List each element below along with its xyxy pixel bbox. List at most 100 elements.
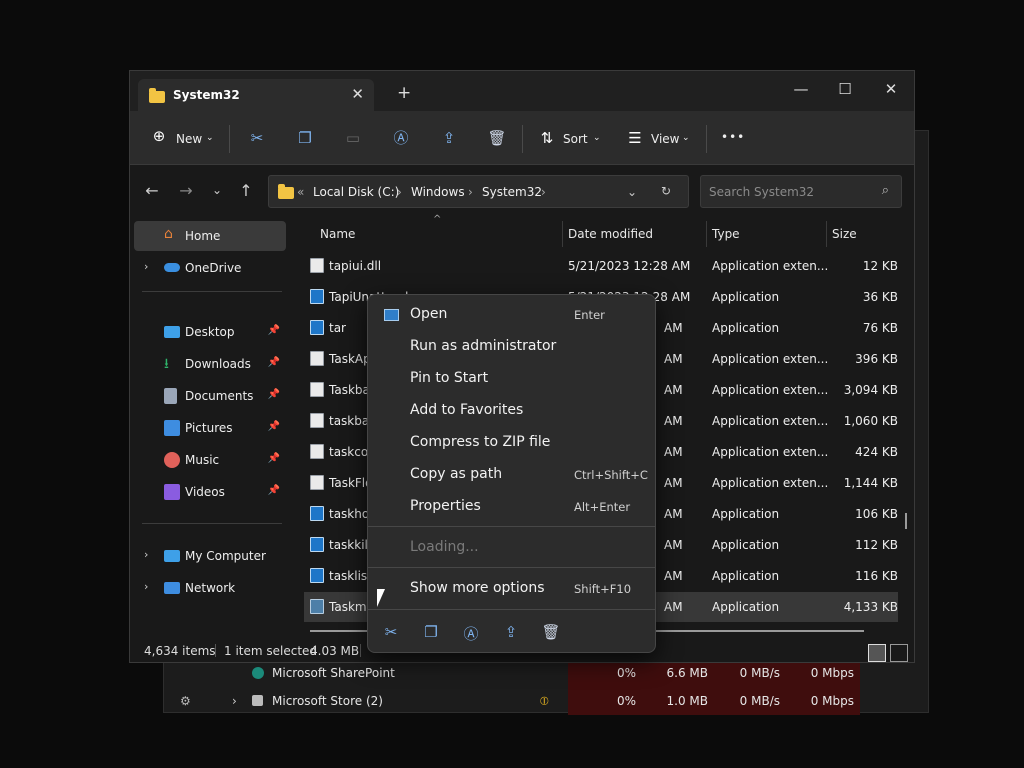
sidebar-item-documents[interactable]: Documents 📌 [134, 381, 286, 411]
rename-icon[interactable]: Ⓐ [460, 623, 482, 645]
new-plus-icon[interactable]: ⊕ [147, 125, 171, 149]
refresh-icon[interactable]: ↻ [661, 184, 671, 198]
menu-item-open[interactable]: Open Enter [372, 300, 653, 330]
dll-file-icon [310, 258, 324, 273]
sidebar-item-pictures[interactable]: Pictures 📌 [134, 413, 286, 443]
sidebar-item-onedrive[interactable]: › OneDrive [134, 253, 286, 283]
sidebar-item-network[interactable]: › Network [134, 573, 286, 603]
menu-item-copy-as-path[interactable]: Copy as path Ctrl+Shift+C [372, 460, 653, 490]
sidebar-item-home[interactable]: ⌂ Home [134, 221, 286, 251]
chevron-down-icon[interactable]: ⌄ [206, 126, 214, 150]
menu-item-properties[interactable]: Properties Alt+Enter [372, 492, 653, 522]
menu-item-add-to-favorites[interactable]: Add to Favorites [372, 396, 653, 426]
address-dropdown-icon[interactable]: ⌄ [627, 185, 637, 199]
sidebar-item-music[interactable]: Music 📌 [134, 445, 286, 475]
table-row[interactable]: tapiui.dll 5/21/2023 12:28 AM Applicatio… [304, 251, 898, 281]
paste-icon[interactable]: ▭ [341, 127, 365, 151]
sidebar-item-label: Downloads [185, 357, 251, 371]
view-button[interactable]: View [651, 127, 679, 151]
file-name: tasklist [329, 569, 372, 583]
title-bar[interactable]: System32 ✕ + — ☐ ✕ [130, 71, 914, 111]
pin-icon[interactable]: 📌 [268, 325, 280, 336]
sidebar-item-downloads[interactable]: ⭳ Downloads 📌 [134, 349, 286, 379]
tiles-view-button[interactable] [890, 644, 908, 662]
copy-icon[interactable]: ❐ [420, 623, 442, 645]
file-type: Application exten... [712, 383, 829, 397]
pin-icon[interactable]: 📌 [268, 421, 280, 432]
sort-button[interactable]: Sort [563, 127, 588, 151]
sidebar-item-my-computer[interactable]: › My Computer [134, 541, 286, 571]
details-view-button[interactable] [868, 644, 886, 662]
settings-icon[interactable]: ⚙ [180, 687, 191, 715]
maximize-button[interactable]: ☐ [822, 75, 868, 103]
pin-icon[interactable]: 📌 [268, 485, 280, 496]
sidebar-item-desktop[interactable]: Desktop 📌 [134, 317, 286, 347]
back-arrow-icon[interactable]: ← [141, 181, 163, 203]
expand-chevron-icon[interactable]: › [232, 687, 237, 715]
search-icon[interactable]: ⌕ [882, 183, 889, 198]
menu-item-run-as-administrator[interactable]: Run as administrator [372, 332, 653, 362]
new-button[interactable]: New [176, 127, 202, 151]
breadcrumb-system32[interactable]: System32 [482, 185, 542, 199]
sort-icon[interactable]: ⇅ [535, 127, 559, 151]
cut-icon[interactable]: ✂ [245, 127, 269, 151]
share-icon[interactable]: ⇪ [437, 127, 461, 151]
table-row[interactable]: ⚙ › Microsoft Store (2) ⦶ 0% 1.0 MB 0 MB… [164, 687, 930, 715]
file-date: AM [664, 383, 683, 397]
copy-icon[interactable]: ❐ [293, 127, 317, 151]
tab-system32[interactable]: System32 ✕ [138, 79, 374, 111]
cut-icon[interactable]: ✂ [380, 623, 402, 645]
more-options-button[interactable]: ••• [721, 125, 745, 149]
menu-item-label: Open [410, 306, 448, 322]
chevron-down-icon[interactable]: ⌄ [682, 126, 690, 150]
rename-icon[interactable]: Ⓐ [389, 127, 413, 151]
sidebar-item-videos[interactable]: Videos 📌 [134, 477, 286, 507]
address-bar[interactable]: « Local Disk (C:) › Windows › System32 ›… [268, 175, 689, 208]
column-header-type[interactable]: Type [712, 227, 740, 241]
dll-file-icon [310, 382, 324, 397]
breadcrumb-separator[interactable]: › [541, 185, 546, 199]
search-box[interactable]: ⌕ [700, 175, 902, 208]
vertical-scrollbar-thumb[interactable] [905, 513, 907, 529]
new-tab-button[interactable]: + [397, 83, 411, 103]
file-name: tapiui.dll [329, 259, 382, 273]
file-type: Application exten... [712, 259, 829, 273]
close-window-button[interactable]: ✕ [868, 75, 914, 103]
search-input[interactable] [701, 176, 871, 207]
up-arrow-icon[interactable]: ↑ [235, 181, 257, 203]
chevron-right-icon[interactable]: › [144, 260, 148, 273]
pin-icon[interactable]: 📌 [268, 357, 280, 368]
close-tab-icon[interactable]: ✕ [351, 85, 364, 103]
computer-icon [164, 550, 180, 562]
chevron-down-icon[interactable]: ⌄ [593, 126, 601, 150]
column-header-size[interactable]: Size [832, 227, 857, 241]
recent-chevron-icon[interactable]: ⌄ [206, 183, 228, 205]
breadcrumb-separator[interactable]: › [397, 185, 402, 199]
pin-icon[interactable]: 📌 [268, 453, 280, 464]
forward-arrow-icon[interactable]: → [175, 181, 197, 203]
column-header-name[interactable]: Name [320, 227, 355, 241]
table-row[interactable]: Microsoft SharePoint 0% 6.6 MB 0 MB/s 0 … [164, 659, 930, 687]
mouse-cursor [377, 589, 385, 607]
pin-icon[interactable]: 📌 [268, 389, 280, 400]
chevron-right-icon[interactable]: › [144, 548, 148, 561]
delete-icon[interactable]: 🗑 [540, 623, 562, 645]
delete-icon[interactable]: 🗑 [485, 127, 509, 151]
chevron-right-icon[interactable]: › [144, 580, 148, 593]
menu-item-label: Loading... [410, 539, 479, 555]
breadcrumb-windows[interactable]: Windows [411, 185, 465, 199]
menu-item-compress-zip[interactable]: Compress to ZIP file [372, 428, 653, 458]
file-date: AM [664, 600, 683, 614]
menu-item-pin-to-start[interactable]: Pin to Start [372, 364, 653, 394]
minimize-button[interactable]: — [778, 75, 824, 103]
share-icon[interactable]: ⇪ [500, 623, 522, 645]
menu-item-show-more-options[interactable]: Show more options Shift+F10 [372, 574, 653, 604]
menu-item-shortcut: Ctrl+Shift+C [574, 468, 648, 482]
breadcrumb-overflow[interactable]: « [297, 185, 304, 199]
network-icon [164, 582, 180, 594]
file-date: AM [664, 538, 683, 552]
view-icon[interactable]: ☰ [623, 127, 647, 151]
breadcrumb-local-disk[interactable]: Local Disk (C:) [313, 185, 399, 199]
column-header-date[interactable]: Date modified [568, 227, 653, 241]
breadcrumb-separator[interactable]: › [468, 185, 473, 199]
